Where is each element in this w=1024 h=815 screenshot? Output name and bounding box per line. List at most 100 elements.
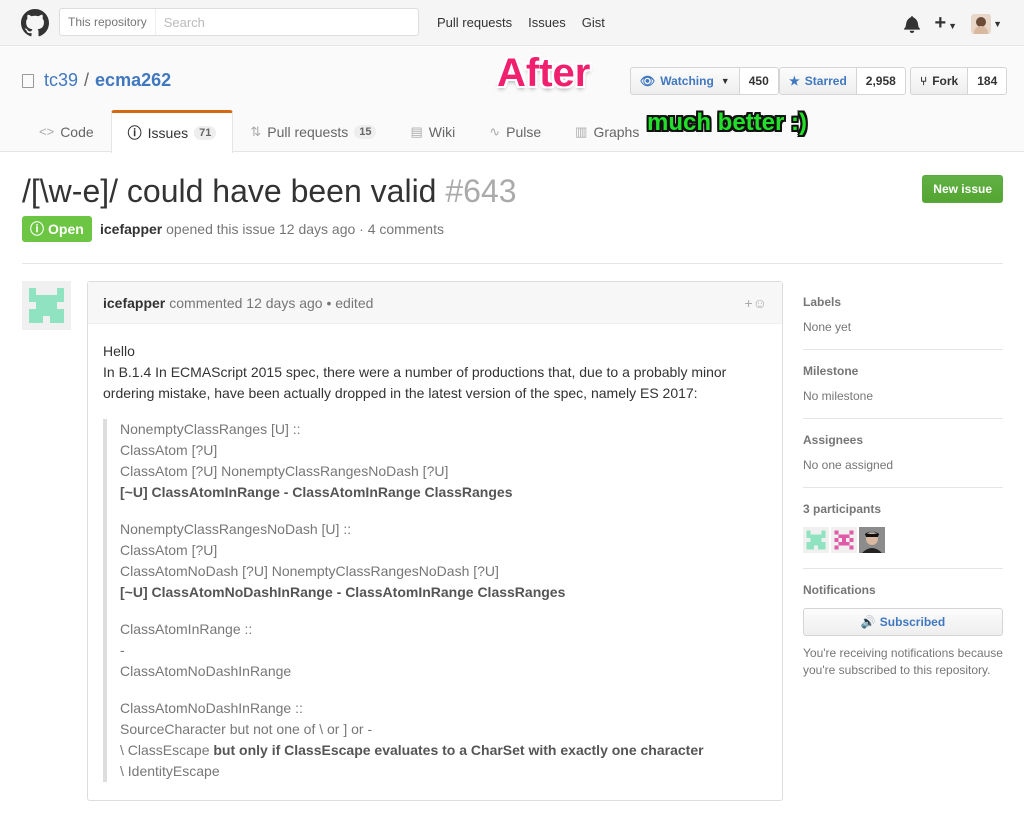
star-count[interactable]: 2,958: [856, 67, 906, 95]
issue-opened-icon: ⓘ: [30, 221, 44, 237]
repo-tabs: <> Code ⓘ Issues 71 ⇅ Pull requests 15 ▤ Wiki …: [22, 110, 656, 153]
comment-greeting: Hello: [103, 343, 135, 359]
quote-line-bold: [~U] ClassAtomInRange - ClassAtomInRange…: [120, 484, 513, 500]
participant-avatar[interactable]: [803, 527, 829, 553]
quote-line: ClassAtomInRange ::: [120, 621, 253, 637]
comment-author-link[interactable]: icefapper: [103, 295, 165, 311]
repo-name-link[interactable]: ecma262: [95, 70, 171, 91]
watch-group: 👁 Watching ▼ 450: [630, 67, 779, 95]
tab-code[interactable]: <> Code: [22, 110, 111, 152]
fork-group: ⑂ Fork 184: [910, 67, 1008, 95]
tab-pulse[interactable]: ∿ Pulse: [472, 110, 558, 152]
issue-opened-icon: ⓘ: [127, 125, 142, 141]
sidebar-participants: 3 participants: [803, 488, 1003, 569]
book-icon: ▤: [410, 123, 423, 139]
add-reaction-icon[interactable]: +☺: [745, 295, 767, 311]
issue-title: /[\w-e]/ could have been valid #643: [22, 173, 517, 210]
search-scope: This repository: [60, 9, 156, 35]
new-plus-icon[interactable]: + ▼: [934, 12, 957, 35]
github-logo-icon[interactable]: [21, 9, 49, 37]
user-avatar: [971, 13, 992, 34]
chevron-down-icon: ▼: [720, 76, 730, 86]
search-input[interactable]: [155, 9, 416, 35]
pulse-icon: ∿: [489, 123, 501, 139]
commenter-avatar[interactable]: [22, 281, 71, 330]
participant-avatar[interactable]: [831, 527, 857, 553]
issue-sidebar: Labels None yet Milestone No milestone A…: [803, 281, 1003, 694]
sidebar-heading: Assignees: [803, 433, 864, 447]
quote-line: \ ClassEscape: [120, 742, 214, 758]
watch-button[interactable]: 👁 Watching ▼: [630, 67, 740, 95]
fork-label: Fork: [932, 74, 959, 88]
comment-body: Hello In B.1.4 In ECMAScript 2015 spec, …: [88, 324, 782, 815]
watch-count[interactable]: 450: [739, 67, 779, 95]
tab-label: Graphs: [593, 123, 640, 140]
notifications-note: You're receiving notifications because y…: [803, 646, 1003, 677]
comment-intro: In B.1.4 In ECMAScript 2015 spec, there …: [103, 364, 727, 401]
quote-line: NonemptyClassRanges [U] ::: [120, 421, 301, 437]
issue-number: #643: [445, 173, 517, 209]
sidebar-heading: 3 participants: [803, 502, 882, 516]
top-nav: Pull requests Issues Gist: [437, 15, 605, 30]
star-button[interactable]: ★ Starred: [779, 67, 857, 95]
quote-block: ClassAtomNoDashInRange :: SourceCharacte…: [120, 698, 767, 782]
repo-owner-link[interactable]: tc39: [44, 70, 78, 91]
after-annotation: After: [497, 51, 591, 95]
quote-block: NonemptyClassRanges [U] :: ClassAtom [?U…: [120, 419, 767, 503]
quote-block: NonemptyClassRangesNoDash [U] :: ClassAt…: [120, 519, 767, 603]
git-pull-request-icon: ⇅: [250, 123, 262, 139]
speaker-icon: 🔊: [860, 615, 876, 629]
quote-line: ClassAtomNoDash [?U] NonemptyClassRanges…: [120, 563, 499, 579]
tab-label: Wiki: [428, 123, 456, 140]
issue-author-link[interactable]: icefapper: [100, 221, 162, 237]
sidebar-assignees[interactable]: Assignees No one assigned: [803, 419, 1003, 488]
divider: [22, 263, 1003, 264]
quote-line: -: [120, 642, 125, 658]
participant-avatars: [803, 527, 1003, 553]
nav-issues[interactable]: Issues: [528, 15, 566, 30]
sidebar-labels[interactable]: Labels None yet: [803, 281, 1003, 350]
issue-meta-text: opened this issue 12 days ago · 4 commen…: [166, 221, 444, 237]
sidebar-heading: Notifications: [803, 583, 876, 597]
tab-counter: 15: [354, 124, 377, 139]
nav-pull-requests[interactable]: Pull requests: [437, 15, 512, 30]
sidebar-notifications: Notifications 🔊 Subscribed You're receivi…: [803, 569, 1003, 694]
sidebar-value: No milestone: [803, 389, 874, 403]
sidebar-heading: Milestone: [803, 364, 859, 378]
quote-line: ClassAtom [?U] NonemptyClassRangesNoDash…: [120, 463, 449, 479]
fork-button[interactable]: ⑂ Fork: [910, 67, 969, 95]
quote-line: ClassAtomNoDashInRange ::: [120, 700, 303, 716]
subscribe-button[interactable]: 🔊 Subscribed: [803, 608, 1003, 636]
quote-line: \ IdentityEscape: [120, 763, 220, 779]
sidebar-milestone[interactable]: Milestone No milestone: [803, 350, 1003, 419]
fork-icon: ⑂: [920, 74, 928, 88]
participant-avatar[interactable]: [859, 527, 885, 553]
star-icon: ★: [789, 74, 800, 88]
quote-line: ClassAtom [?U]: [120, 542, 218, 558]
tab-counter: 71: [194, 126, 217, 140]
search-box: This repository: [59, 8, 419, 36]
much-better-annotation: much better :): [647, 109, 808, 136]
user-menu[interactable]: ▼: [971, 13, 1002, 34]
tab-pull-requests[interactable]: ⇅ Pull requests 15: [233, 110, 393, 152]
comment-box: icefapper commented 12 days ago • edited…: [87, 281, 783, 801]
tab-graphs[interactable]: ▥ Graphs: [558, 110, 656, 152]
repo-title: tc39 / ecma262: [22, 70, 171, 91]
comment-meta: commented 12 days ago • edited: [169, 294, 374, 311]
tab-issues[interactable]: ⓘ Issues 71: [110, 110, 234, 153]
quote-line: ClassAtomNoDashInRange: [120, 663, 292, 679]
quote-line-bold: [~U] ClassAtomNoDashInRange - ClassAtomI…: [120, 584, 566, 600]
tab-wiki[interactable]: ▤ Wiki: [393, 110, 472, 152]
new-issue-button[interactable]: New issue: [922, 175, 1003, 203]
sidebar-value: No one assigned: [803, 458, 894, 472]
fork-count[interactable]: 184: [968, 67, 1008, 95]
subscribe-label: Subscribed: [879, 615, 946, 629]
issue-meta: icefapper opened this issue 12 days ago …: [100, 221, 444, 237]
bell-icon[interactable]: [904, 15, 921, 33]
repo-book-icon: [22, 73, 34, 88]
quote-line: NonemptyClassRangesNoDash [U] ::: [120, 521, 352, 537]
site-header: This repository Pull requests Issues Gis…: [0, 0, 1024, 46]
nav-gist[interactable]: Gist: [582, 15, 605, 30]
star-group: ★ Starred 2,958: [779, 67, 906, 95]
watch-label: Watching: [660, 74, 714, 88]
